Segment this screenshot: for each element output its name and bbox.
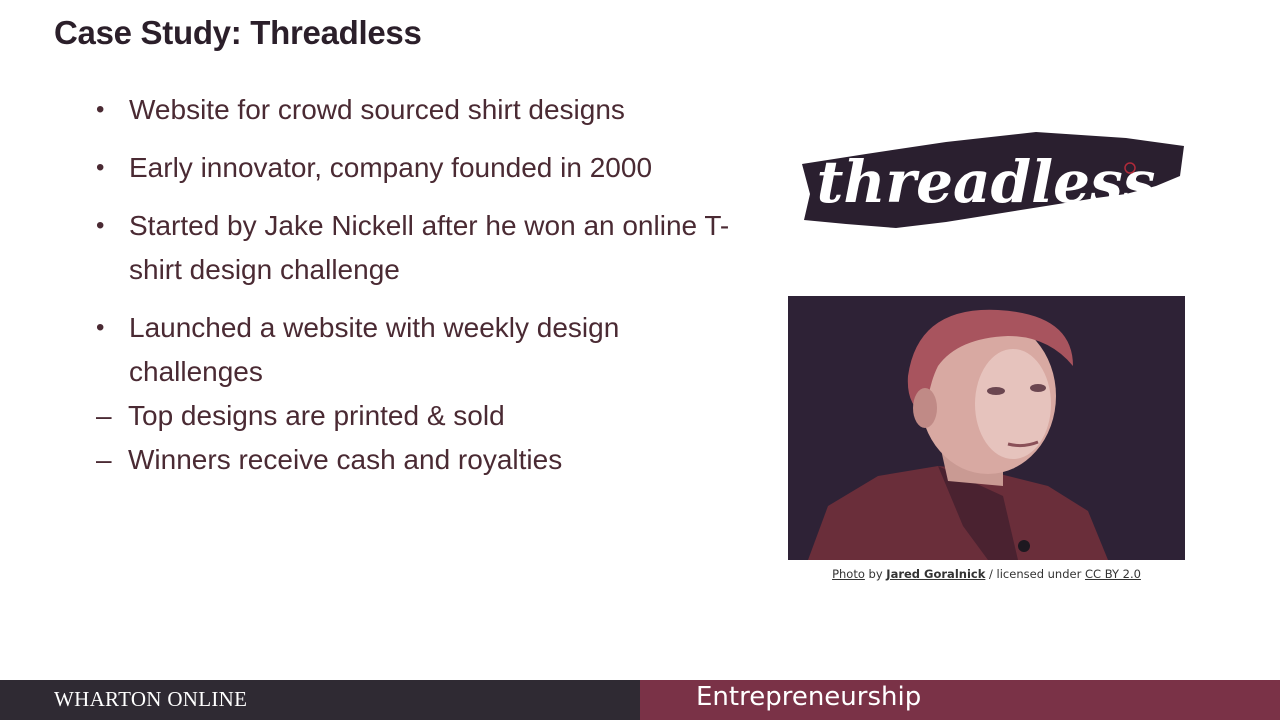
footer-brand: WHARTON ONLINE bbox=[54, 687, 248, 711]
threadless-logo-icon: threadless bbox=[802, 132, 1184, 228]
sub-bullet-text: Winners receive cash and royalties bbox=[128, 444, 563, 475]
sub-bullet-text: Top designs are printed & sold bbox=[128, 400, 505, 431]
footer-bar: WHARTON ONLINE Entrepreneurship bbox=[0, 680, 1280, 720]
bullet-text: Started by Jake Nickell after he won an … bbox=[129, 210, 730, 285]
bullet-item: • Website for crowd sourced shirt design… bbox=[96, 88, 756, 132]
threadless-logo: threadless bbox=[796, 124, 1188, 236]
bullet-item: • Launched a website with weekly design … bbox=[96, 306, 756, 394]
footer-course: Entrepreneurship bbox=[696, 682, 922, 712]
logo-wordmark: threadless bbox=[817, 148, 1156, 216]
bullet-marker: • bbox=[96, 212, 105, 239]
credit-licensed: / licensed under bbox=[989, 567, 1082, 581]
bullet-marker: • bbox=[96, 314, 105, 341]
license-link[interactable]: CC BY 2.0 bbox=[1085, 567, 1141, 581]
slide-title: Case Study: Threadless bbox=[54, 14, 422, 51]
bullet-item: • Early innovator, company founded in 20… bbox=[96, 146, 756, 190]
portrait-photo-image bbox=[788, 296, 1185, 560]
portrait-photo bbox=[788, 296, 1185, 560]
footer-left: WHARTON ONLINE bbox=[0, 680, 640, 720]
author-link[interactable]: Jared Goralnick bbox=[886, 567, 985, 581]
photo-credit: Photo by Jared Goralnick / licensed unde… bbox=[788, 567, 1185, 581]
sub-bullet-marker: – bbox=[96, 444, 112, 475]
bullet-marker: • bbox=[96, 154, 105, 181]
bullet-text: Website for crowd sourced shirt designs bbox=[129, 94, 625, 125]
footer-right: Entrepreneurship bbox=[640, 680, 1280, 720]
credit-by: by bbox=[868, 567, 883, 581]
bullet-text: Early innovator, company founded in 2000 bbox=[129, 152, 653, 183]
bullet-list: • Website for crowd sourced shirt design… bbox=[96, 88, 756, 482]
photo-link[interactable]: Photo bbox=[832, 567, 865, 581]
sub-bullet-item: – Winners receive cash and royalties bbox=[63, 438, 756, 482]
sub-bullet-marker: – bbox=[96, 400, 112, 431]
bullet-text: Launched a website with weekly design ch… bbox=[129, 312, 620, 387]
sub-bullet-item: – Top designs are printed & sold bbox=[63, 394, 756, 438]
bullet-marker: • bbox=[96, 96, 105, 123]
bullet-item: • Started by Jake Nickell after he won a… bbox=[96, 204, 756, 292]
